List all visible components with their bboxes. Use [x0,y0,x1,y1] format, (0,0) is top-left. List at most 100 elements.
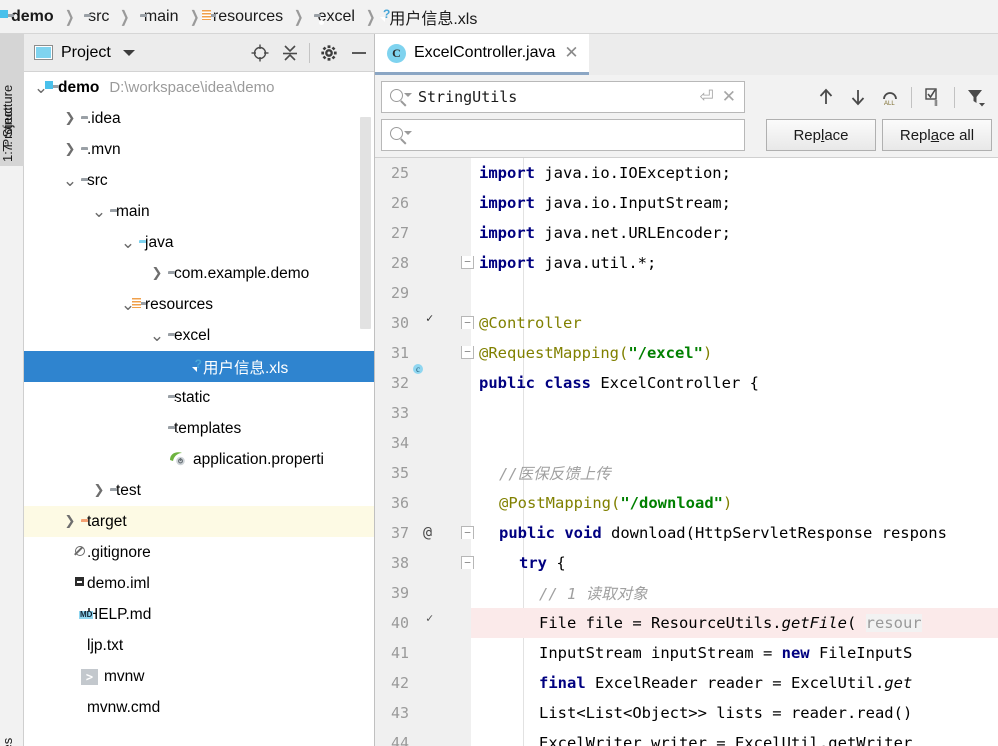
run-failed-icon[interactable] [423,613,443,633]
fold-marker-icon[interactable]: − [461,556,474,569]
sidebar-tab-favorites[interactable]: vorites [0,702,24,746]
replace-input[interactable] [381,119,745,151]
project-tree[interactable]: ⌄ demo D:\workspace\idea\demo ❯ .idea ❯ .mvn ⌄ s… [24,72,374,745]
select-in-editor-icon[interactable]: Ⅱ [917,81,949,113]
run-test-icon[interactable] [423,313,443,333]
tree-item-templates[interactable]: templates [24,413,374,444]
fold-marker-icon[interactable]: − [461,526,474,539]
gutter-25[interactable]: 25 [375,158,471,188]
code-line-44[interactable]: 44 ExcelWriter writer = ExcelUtil.getWrit… [375,728,998,746]
spring-bean-icon[interactable] [423,373,443,393]
code-line-33[interactable]: 33 [375,398,998,428]
code-line-28[interactable]: 28 − import java.util.*; [375,248,998,278]
breadcrumb-item-3[interactable]: resources [208,0,284,34]
breadcrumb-item-2[interactable]: main [139,0,180,34]
code-line-25[interactable]: 25 import java.io.IOException; [375,158,998,188]
code-line-26[interactable]: 26 import java.io.InputStream; [375,188,998,218]
replace-button[interactable]: Replace [766,119,876,151]
tree-item-resources[interactable]: ⌄ resources [24,289,374,320]
gutter-35[interactable]: 35 [375,458,471,488]
tree-item-excel[interactable]: ⌄ excel [24,320,374,351]
at-icon[interactable]: @ [423,523,443,543]
gutter-44[interactable]: 44 [375,728,471,746]
gutter-36[interactable]: 36 [375,488,471,518]
chevron-down-icon[interactable] [122,49,135,56]
fold-marker-icon[interactable]: − [461,256,474,269]
code-line-40[interactable]: 40 File file = ResourceUtils. getFile( res… [375,608,998,638]
code-line-37[interactable]: 37 @ − public void download(HttpServletResp… [375,518,998,548]
chevron-right-icon[interactable]: ❯ [59,111,81,126]
code-editor[interactable]: 25 import java.io.IOException; 26 import ja… [375,158,998,746]
gutter-34[interactable]: 34 [375,428,471,458]
tree-item-ljp.txt[interactable]: ljp.txt [24,630,374,661]
gutter-29[interactable]: 29 [375,278,471,308]
project-tree-scrollbar[interactable] [360,117,371,329]
breadcrumb-item-0[interactable]: demo [6,0,55,34]
locate-target-icon[interactable] [245,38,275,68]
collapse-all-icon[interactable] [275,38,305,68]
regex-toggle-icon[interactable]: ⏎ [700,87,714,107]
close-icon[interactable]: ✕ [564,43,578,63]
code-line-34[interactable]: 34 [375,428,998,458]
code-line-32[interactable]: 32 public class ExcelController { [375,368,998,398]
tree-item-src[interactable]: ⌄ src [24,165,374,196]
tree-item-mvnw.cmd[interactable]: mvnw.cmd [24,692,374,723]
gutter-40[interactable]: 40 [375,608,471,638]
code-line-30[interactable]: 30 − @Controller [375,308,998,338]
chevron-down-icon[interactable]: ⌄ [146,327,168,344]
tree-item-static[interactable]: static [24,382,374,413]
gutter-27[interactable]: 27 [375,218,471,248]
code-line-43[interactable]: 43 List<List<Object>> lists = reader.read… [375,698,998,728]
gutter-39[interactable]: 39 [375,578,471,608]
tree-item-HELP.md[interactable]: MD HELP.md [24,599,374,630]
tree-item-application.properti[interactable]: application.properti [24,444,374,475]
tree-item-com.example.demo[interactable]: ❯ com.example.demo [24,258,374,289]
gutter-41[interactable]: 41 [375,638,471,668]
code-line-35[interactable]: 35 //医保反馈上传 [375,458,998,488]
code-line-39[interactable]: 39 // 1 读取对象 [375,578,998,608]
code-line-42[interactable]: 42 final ExcelReader reader = ExcelUtil. g… [375,668,998,698]
tree-item-mvnw[interactable]: > mvnw [24,661,374,692]
sidebar-tab-structure[interactable]: 7: Structure [0,34,24,156]
tree-item-main[interactable]: ⌄ main [24,196,374,227]
code-line-29[interactable]: 29 [375,278,998,308]
search-input[interactable]: StringUtils ⏎ ✕ [381,81,745,113]
code-line-41[interactable]: 41 InputStream inputStream = new FileInpu… [375,638,998,668]
fold-marker-icon[interactable]: − [461,346,474,359]
gutter-37[interactable]: 37 @ − [375,518,474,548]
tab-excelcontroller-java[interactable]: C ExcelController.java ✕ [375,34,589,75]
tree-item-java[interactable]: ⌄ java [24,227,374,258]
minimize-icon[interactable] [344,38,374,68]
chevron-down-icon[interactable]: ⌄ [117,234,139,251]
tree-item-target[interactable]: ❯ target [24,506,374,537]
gutter-30[interactable]: 30 − [375,308,474,338]
replace-all-button[interactable]: Replace all [882,119,992,151]
gear-icon[interactable] [314,38,344,68]
code-line-27[interactable]: 27 import java.net.URLEncoder; [375,218,998,248]
code-line-38[interactable]: 38− try { [375,548,998,578]
gutter-26[interactable]: 26 [375,188,471,218]
gutter-33[interactable]: 33 [375,398,471,428]
chevron-right-icon[interactable]: ❯ [88,483,110,498]
code-line-36[interactable]: 36 @PostMapping("/download") [375,488,998,518]
gutter-32[interactable]: 32 [375,368,471,398]
select-all-occurrences-icon[interactable]: ALL [874,81,906,113]
chevron-down-icon[interactable]: ⌄ [59,172,81,189]
tree-item-用户信息.xls[interactable]: 用户信息.xls [24,351,374,382]
tree-item-demo.iml[interactable]: demo.iml [24,568,374,599]
chevron-right-icon[interactable]: ❯ [59,142,81,157]
breadcrumb-item-5[interactable]: 用户信息.xls [384,0,478,34]
chevron-right-icon[interactable]: ❯ [146,266,168,281]
tree-item-.idea[interactable]: ❯ .idea [24,103,374,134]
chevron-right-icon[interactable]: ❯ [59,514,81,529]
breadcrumb-item-1[interactable]: src [83,0,110,34]
gutter-28[interactable]: 28 − [375,248,474,278]
next-match-icon[interactable] [842,81,874,113]
clear-search-icon[interactable]: ✕ [722,87,736,107]
gutter-43[interactable]: 43 [375,698,471,728]
tree-item-demo[interactable]: ⌄ demo D:\workspace\idea\demo [24,72,374,103]
prev-match-icon[interactable] [810,81,842,113]
breadcrumb-item-4[interactable]: excel [313,0,356,34]
tree-item-.mvn[interactable]: ❯ .mvn [24,134,374,165]
fold-marker-icon[interactable]: − [461,316,474,329]
